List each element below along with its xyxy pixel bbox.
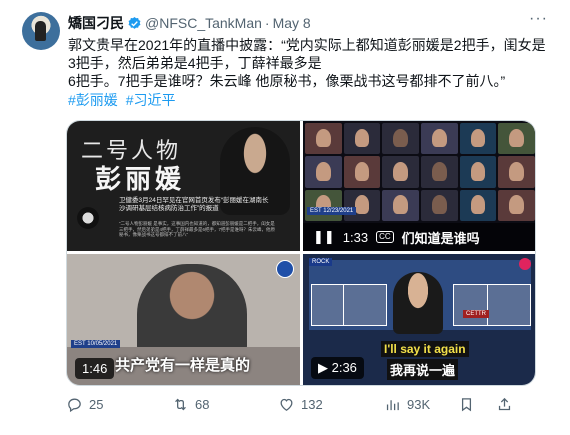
tweet-header: 矯国刁民 @NFSC_TankMan · May 8 (68, 13, 311, 33)
est-date-label: EST 10/05/2021 (71, 340, 121, 348)
more-options-icon[interactable]: ··· (529, 10, 548, 28)
participant-tile (305, 156, 342, 188)
header-separator: · (264, 15, 270, 31)
participant-tile (343, 189, 381, 221)
tweet-date[interactable]: May 8 (273, 15, 311, 31)
tweet-text-line: 郭文贵早在2021年的直播中披露：“党内实际上都知道彭丽媛是2把手，闺女是 (68, 37, 546, 53)
hashtag-link[interactable]: #彭丽媛 (68, 92, 118, 108)
participant-tile (498, 123, 535, 155)
pause-icon[interactable]: ❚❚ (313, 229, 335, 245)
participant-tile (343, 123, 381, 155)
repost-icon (175, 398, 186, 411)
panelist-tile (487, 284, 531, 326)
video-duration-value: 2:36 (331, 360, 357, 375)
participant-tile (382, 189, 419, 221)
participant-tile (459, 189, 497, 221)
video-duration: 1:33 (342, 229, 369, 245)
participant-tile (498, 156, 535, 188)
media-video-4[interactable]: ROCK CETTR I'll say it again 我再说一遍 ▶ 2:3… (303, 254, 535, 385)
image-fine-print: “二号人物彭丽媛 是事实，这事国内也知道的，都知道彭丽媛是二把手，闺女是三把手，… (119, 221, 276, 237)
author-name[interactable]: 矯国刁民 (68, 13, 124, 33)
tweet-text-line: 6把手。7把手是谁呀？朱云峰 他原秘书，像栗战书这号都排不了前八。” (68, 73, 506, 89)
participant-tile (459, 156, 497, 188)
media-video-3[interactable]: EST 10/05/2021 共产党有一样是真的 1:46 (67, 254, 300, 385)
reply-icon (68, 398, 81, 413)
video-subtitle-english: I'll say it again (381, 341, 469, 357)
tweet-actions: 25 68 132 93K (66, 396, 536, 416)
media-image-1[interactable]: 二号人物 彭丽媛 卫健委3月24日罕见在官网首页发布“彭丽媛在湖南长沙调研基层结… (67, 121, 300, 251)
hashtag-link[interactable]: #习近平 (126, 92, 176, 108)
participant-tile (382, 156, 419, 188)
tweet-text: 郭文贵早在2021年的直播中披露：“党内实际上都知道彭丽媛是2把手，闺女是 3把… (68, 36, 548, 90)
media-video-2[interactable]: EST 12/23/2021 ❚❚ 1:33 CC 们知道是谁吗 (303, 121, 535, 251)
like-button[interactable]: 132 (278, 396, 323, 413)
network-logo: ROCK (309, 258, 333, 266)
mask-logo-icon (77, 207, 99, 229)
participant-tile (305, 189, 342, 221)
panelist-tile (343, 284, 387, 326)
views-button[interactable]: 93K (384, 396, 430, 413)
participant-tile (421, 123, 458, 155)
video-subtitle: 们知道是谁吗 (401, 230, 480, 246)
avatar[interactable] (22, 12, 60, 50)
participant-tile (459, 123, 497, 155)
image-name: 彭丽媛 (95, 165, 186, 195)
participant-tile (421, 189, 458, 221)
tweet[interactable]: 矯国刁民 @NFSC_TankMan · May 8 ··· 郭文贵早在2021… (0, 0, 570, 435)
participant-tile (421, 156, 458, 188)
live-record-icon (519, 258, 531, 270)
reply-button[interactable]: 25 (66, 396, 103, 413)
panel-label: CETTR (463, 310, 489, 318)
heart-icon (280, 398, 293, 411)
participant-tile (343, 156, 381, 188)
captions-icon[interactable]: CC (376, 231, 394, 243)
video-subtitle: 共产党有一样是真的 (115, 357, 251, 374)
participant-tile (382, 123, 419, 155)
tweet-text-line: 3把手，然后弟弟是4把手，丁薛祥最多是 (68, 55, 322, 71)
participant-tile (305, 123, 342, 155)
participant-tile (498, 189, 535, 221)
verified-badge-icon (128, 16, 141, 29)
host-photo (393, 272, 443, 334)
bookmark-button[interactable] (458, 396, 475, 413)
video-control-bar[interactable]: ❚❚ 1:33 CC 们知道是谁吗 (303, 223, 535, 251)
video-subtitle-chinese: 我再说一遍 (387, 359, 459, 380)
image-caption: 卫健委3月24日罕见在官网首页发布“彭丽媛在湖南长沙调研基层结核病防治工作”的报… (119, 197, 269, 212)
video-duration: ▶ 2:36 (311, 357, 364, 379)
share-icon (498, 397, 511, 411)
repost-count: 68 (195, 397, 210, 412)
hashtag-list: #彭丽媛 #习近平 (68, 90, 179, 110)
views-count: 93K (407, 397, 431, 412)
media-grid: 二号人物 彭丽媛 卫健委3月24日罕见在官网首页发布“彭丽媛在湖南长沙调研基层结… (66, 120, 536, 386)
video-duration: 1:46 (75, 358, 115, 379)
views-chart-icon (386, 400, 399, 411)
speaker-photo (137, 264, 247, 354)
channel-logo-icon (276, 260, 294, 278)
est-date-label: EST 12/23/2021 (307, 207, 357, 215)
like-count: 132 (301, 397, 323, 412)
repost-button[interactable]: 68 (172, 396, 209, 413)
bookmark-icon (461, 398, 472, 412)
share-button[interactable] (496, 396, 513, 413)
reply-count: 25 (89, 397, 104, 412)
author-handle[interactable]: @NFSC_TankMan (145, 15, 262, 31)
